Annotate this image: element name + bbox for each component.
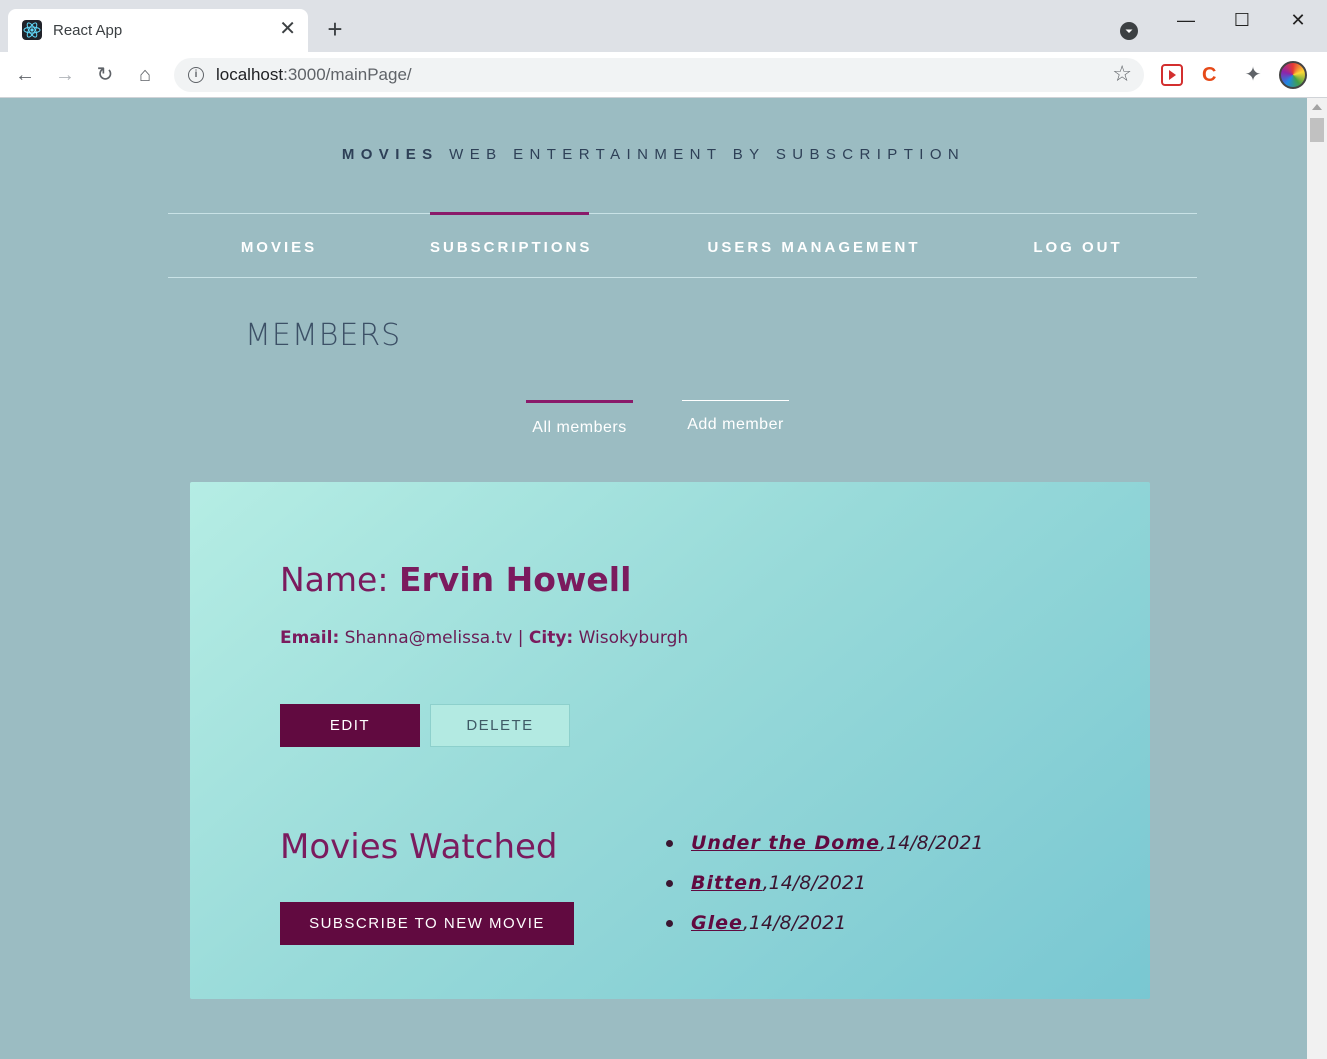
nav-movies[interactable]: MOVIES [238, 214, 320, 277]
maximize-icon[interactable]: ☐ [1219, 6, 1265, 34]
window-close-icon[interactable]: ✕ [1275, 6, 1321, 34]
member-name: Name: Ervin Howell [280, 560, 632, 599]
member-email: Shanna@melissa.tv [344, 628, 513, 648]
movie-link[interactable]: Under the Dome [691, 832, 880, 854]
member-city: Wisokyburgh [578, 628, 689, 648]
nav-subscriptions[interactable]: SUBSCRIPTIONS [430, 212, 589, 277]
tab-search-icon[interactable] [1120, 22, 1138, 40]
page-title: MEMBERS [245, 318, 402, 353]
tab-title: React App [53, 22, 123, 39]
main-nav: MOVIES SUBSCRIPTIONS USERS MANAGEMENT LO… [168, 212, 1197, 278]
scroll-up-icon[interactable] [1312, 104, 1322, 110]
site-title: MOVIES WEB ENTERTAINMENT BY SUBSCRIPTION [341, 146, 966, 163]
tab-add-member[interactable]: Add member [682, 400, 789, 436]
watched-movies-list: Under the Dome,14/8/2021 Bitten,14/8/202… [664, 828, 984, 948]
tab-all-members[interactable]: All members [526, 400, 633, 436]
extensions-puzzle-icon[interactable]: ✦ [1241, 63, 1265, 87]
subscribe-new-movie-button[interactable]: SUBSCRIBE TO NEW MOVIE [280, 902, 574, 945]
forward-icon[interactable]: → [51, 61, 79, 89]
browser-toolbar: ← → ↻ ⌂ i localhost:3000/mainPage/ ☆ C ✦ [0, 52, 1327, 98]
back-icon[interactable]: ← [11, 61, 39, 89]
reload-icon[interactable]: ↻ [91, 61, 119, 89]
site-info-icon[interactable]: i [188, 67, 204, 83]
url-text: localhost:3000/mainPage/ [216, 65, 412, 84]
bookmark-star-icon[interactable]: ☆ [1112, 61, 1132, 87]
browser-tabbar: React App ✕ + — ☐ ✕ [0, 0, 1327, 52]
extension-icon[interactable] [1161, 64, 1183, 86]
react-favicon-icon [22, 20, 42, 40]
extension-c-icon[interactable]: C [1202, 63, 1226, 87]
list-item: Bitten,14/8/2021 [664, 868, 984, 908]
nav-users-management[interactable]: USERS MANAGEMENT [705, 214, 923, 277]
home-icon[interactable]: ⌂ [131, 61, 159, 89]
movie-link[interactable]: Bitten [691, 872, 763, 894]
member-card: Name: Ervin Howell Email: Shanna@melissa… [190, 482, 1150, 999]
list-item: Under the Dome,14/8/2021 [664, 828, 984, 868]
tab-close-icon[interactable]: ✕ [279, 18, 296, 40]
nav-log-out[interactable]: LOG OUT [1030, 214, 1126, 277]
browser-tab[interactable]: React App ✕ [8, 9, 308, 52]
new-tab-icon[interactable]: + [322, 16, 348, 42]
page-scrollbar[interactable] [1307, 98, 1327, 1059]
minimize-icon[interactable]: — [1163, 6, 1209, 34]
scroll-thumb[interactable] [1310, 118, 1324, 142]
member-contact-info: Email: Shanna@melissa.tv | City: Wisokyb… [280, 628, 689, 648]
list-item: Glee,14/8/2021 [664, 908, 984, 948]
movie-link[interactable]: Glee [691, 912, 743, 934]
movies-watched-heading: Movies Watched [280, 827, 558, 867]
delete-button[interactable]: DELETE [430, 704, 570, 747]
profile-avatar[interactable] [1279, 61, 1307, 89]
address-bar[interactable]: i localhost:3000/mainPage/ ☆ [174, 58, 1144, 92]
edit-button[interactable]: EDIT [280, 704, 420, 747]
